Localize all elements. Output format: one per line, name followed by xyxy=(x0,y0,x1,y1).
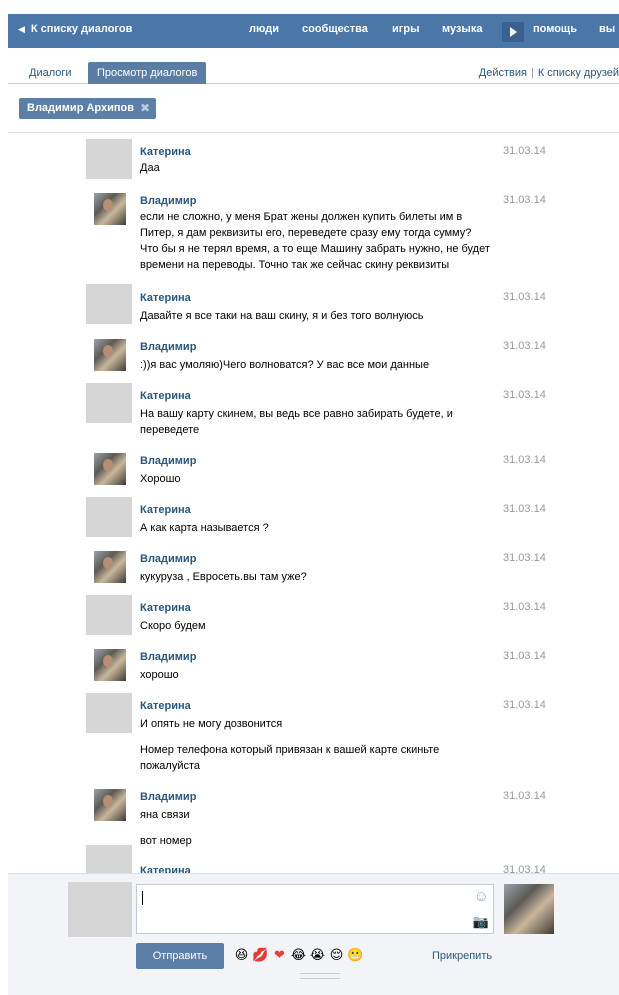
message-text: яна связи xyxy=(140,809,190,821)
message-text: Давайте я все таки на ваш скину, я и без… xyxy=(140,310,424,322)
sender-name[interactable]: Катерина xyxy=(140,865,191,873)
message-date: 31.03.14 xyxy=(503,601,546,613)
compose-area: ☺ 📷 Отправить 😆 💋 ❤ 😂 😭 😌 😬 Прикрепить xyxy=(8,873,619,995)
message-date: 31.03.14 xyxy=(503,194,546,206)
sender-name[interactable]: Катерина xyxy=(140,292,191,304)
avatar[interactable] xyxy=(94,551,126,583)
message-text: :))я вас умоляю)Чего волноватся? У вас в… xyxy=(140,359,430,371)
resize-handle[interactable] xyxy=(300,973,340,979)
chevron-left-icon: ◀ xyxy=(18,24,25,34)
message-text: Скоро будем xyxy=(140,620,206,632)
sender-name[interactable]: Владимир xyxy=(140,455,196,467)
relieved-emoji-icon[interactable]: 😌 xyxy=(327,946,346,964)
actions-links: Действия | К списку друзей xyxy=(479,67,619,79)
sender-name[interactable]: Владимир xyxy=(140,791,196,803)
tab-dialogs[interactable]: Диалоги xyxy=(20,62,81,84)
nav-music[interactable]: музыка xyxy=(442,23,482,35)
heart-emoji-icon[interactable]: ❤ xyxy=(270,946,289,964)
nav-communities[interactable]: сообщества xyxy=(302,23,368,35)
emoji-bar: 😆 💋 ❤ 😂 😭 😌 😬 xyxy=(232,946,365,964)
participant-chip[interactable]: Владимир Архипов ✖ xyxy=(19,98,156,119)
back-to-dialogs-link[interactable]: ◀ К списку диалогов xyxy=(18,23,132,35)
message-input[interactable]: ☺ 📷 xyxy=(136,884,494,934)
message-text: хорошо xyxy=(140,669,179,681)
top-navigation-bar: ◀ К списку диалогов люди сообщества игры … xyxy=(8,14,619,48)
message-date: 31.03.14 xyxy=(503,389,546,401)
avatar[interactable] xyxy=(86,693,132,733)
send-button[interactable]: Отправить xyxy=(136,943,224,969)
message-date: 31.03.14 xyxy=(503,650,546,662)
smile-icon[interactable]: ☺ xyxy=(474,889,489,904)
sender-name[interactable]: Катерина xyxy=(140,504,191,516)
tabs-row: Диалоги Просмотр диалогов Действия | К спи… xyxy=(8,62,619,84)
tears-of-joy-emoji-icon[interactable]: 😂 xyxy=(289,946,308,964)
message-text: Даа xyxy=(140,162,160,174)
message-list[interactable]: Катерина 31.03.14 Даа Владимир 31.03.14 … xyxy=(8,133,619,873)
participant-name: Владимир Архипов xyxy=(27,102,134,114)
grimacing-emoji-icon[interactable]: 😬 xyxy=(346,946,365,964)
avatar[interactable] xyxy=(94,193,126,225)
message-text: На вашу карту скинем, вы ведь все равно … xyxy=(140,408,453,436)
message-date: 31.03.14 xyxy=(503,454,546,466)
laughing-emoji-icon[interactable]: 😆 xyxy=(232,946,251,964)
avatar[interactable] xyxy=(94,453,126,485)
message-date: 31.03.14 xyxy=(503,340,546,352)
sender-name[interactable]: Катерина xyxy=(140,602,191,614)
avatar[interactable] xyxy=(86,139,132,179)
message-date: 31.03.14 xyxy=(503,699,546,711)
avatar[interactable] xyxy=(86,284,132,324)
message-text: И опять не могу дозвонится xyxy=(140,718,283,730)
message-date: 31.03.14 xyxy=(503,145,546,157)
avatar[interactable] xyxy=(86,845,132,873)
message-text: Номер телефона который привязан к вашей … xyxy=(140,744,440,772)
separator: | xyxy=(530,67,534,79)
avatar[interactable] xyxy=(86,383,132,423)
avatar[interactable] xyxy=(94,789,126,821)
sender-name[interactable]: Владимир xyxy=(140,195,196,207)
sender-name[interactable]: Катерина xyxy=(140,700,191,712)
message-date: 31.03.14 xyxy=(503,864,546,873)
message-text: кукуруза , Евросеть.вы там уже? xyxy=(140,571,307,583)
play-more-button[interactable] xyxy=(502,22,524,42)
peer-avatar[interactable] xyxy=(504,884,554,934)
nav-people[interactable]: люди xyxy=(249,23,279,35)
sender-name[interactable]: Катерина xyxy=(140,146,191,158)
kiss-emoji-icon[interactable]: 💋 xyxy=(251,946,270,964)
nav-games[interactable]: игры xyxy=(392,23,419,35)
actions-link[interactable]: Действия xyxy=(479,67,527,79)
nav-help[interactable]: помощь xyxy=(533,23,577,35)
sender-name[interactable]: Владимир xyxy=(140,553,196,565)
message-date: 31.03.14 xyxy=(503,552,546,564)
sender-name[interactable]: Катерина xyxy=(140,390,191,402)
avatar[interactable] xyxy=(86,497,132,537)
message-date: 31.03.14 xyxy=(503,291,546,303)
message-text: Хорошо xyxy=(140,473,181,485)
message-text: если не сложно, у меня Брат жены должен … xyxy=(140,211,490,271)
tab-view-dialogs[interactable]: Просмотр диалогов xyxy=(88,62,207,84)
friends-list-link[interactable]: К списку друзей xyxy=(538,67,619,79)
message-text: А как карта называется ? xyxy=(140,522,269,534)
my-avatar[interactable] xyxy=(68,882,132,937)
attach-link[interactable]: Прикрепить xyxy=(432,950,492,962)
sender-name[interactable]: Владимир xyxy=(140,651,196,663)
avatar[interactable] xyxy=(94,339,126,371)
message-date: 31.03.14 xyxy=(503,503,546,515)
back-label: К списку диалогов xyxy=(30,23,133,35)
avatar[interactable] xyxy=(86,595,132,635)
avatar[interactable] xyxy=(94,649,126,681)
text-caret xyxy=(142,891,143,905)
nav-logout[interactable]: вы xyxy=(599,23,615,35)
camera-icon[interactable]: 📷 xyxy=(473,915,489,928)
message-date: 31.03.14 xyxy=(503,790,546,802)
sender-name[interactable]: Владимир xyxy=(140,341,196,353)
message-text: вот номер xyxy=(140,835,192,847)
close-icon[interactable]: ✖ xyxy=(140,98,150,119)
crying-emoji-icon[interactable]: 😭 xyxy=(308,946,327,964)
